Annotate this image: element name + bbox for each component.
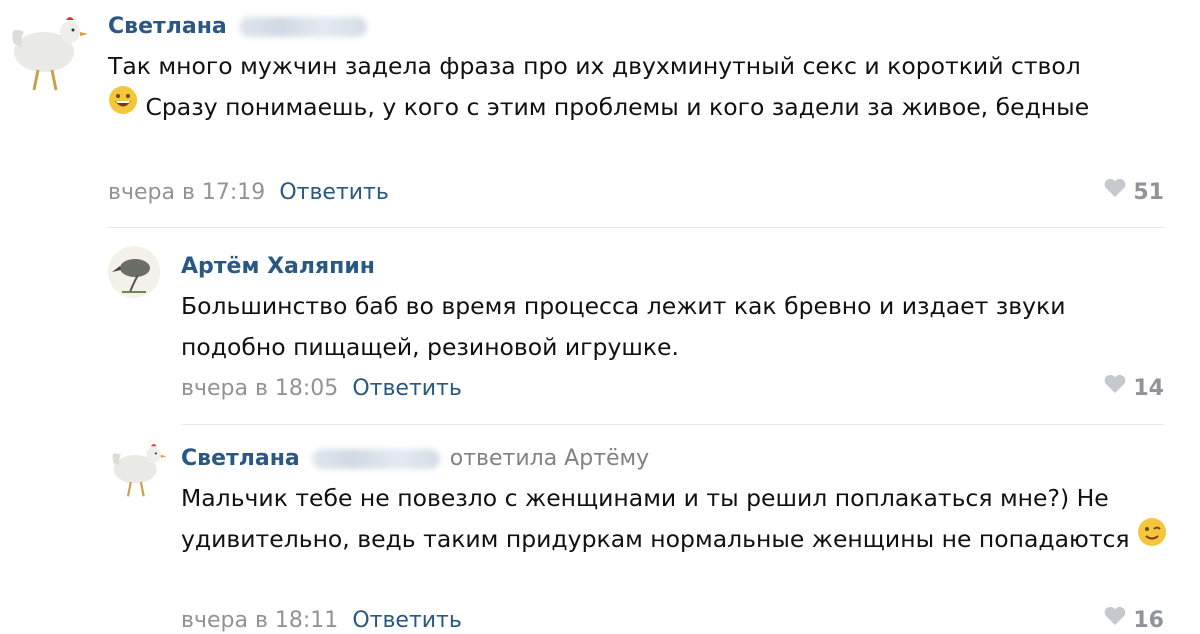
comment-text: Большинство баб во время процесса лежит …	[181, 286, 1141, 368]
comment-meta: вчера в 18:05 Ответить	[181, 376, 462, 401]
author-name[interactable]: Артём Халяпин	[181, 254, 375, 279]
like-button[interactable]: 14	[1103, 374, 1164, 402]
comment-text-part: Так много мужчин задела фраза про их дву…	[108, 52, 1081, 80]
avatar[interactable]	[108, 246, 160, 298]
like-button[interactable]: 16	[1103, 606, 1164, 634]
avatar[interactable]	[108, 434, 168, 500]
reply-button[interactable]: Ответить	[352, 376, 462, 401]
heart-icon	[1103, 178, 1127, 204]
comment: Светлана Так много мужчин задела фраза п…	[0, 0, 1200, 230]
author-name[interactable]: Светлана	[181, 446, 300, 471]
replied-to-link[interactable]: ответила Артёму	[450, 446, 649, 471]
divider	[181, 424, 1164, 425]
author-name[interactable]: Светлана	[108, 14, 227, 39]
comment-meta: вчера в 18:11 Ответить	[181, 608, 462, 633]
comment-text-part: Большинство баб во время процесса лежит …	[181, 292, 1066, 361]
chicken-icon	[12, 17, 88, 91]
comment-meta: вчера в 17:19 Ответить	[108, 180, 389, 205]
heart-icon	[1103, 606, 1127, 632]
divider	[108, 227, 1164, 228]
like-button[interactable]: 51	[1103, 178, 1164, 206]
grinning-face-emoji-icon	[108, 85, 138, 128]
comment-time[interactable]: вчера в 17:19	[108, 180, 265, 205]
comment-author[interactable]: Светлана ответила Артёму	[181, 446, 649, 471]
comment-text-part: Сразу понимаешь, у кого с этим проблемы …	[138, 93, 1090, 121]
avatar[interactable]	[6, 4, 90, 94]
comment-time[interactable]: вчера в 18:05	[181, 376, 338, 401]
comment-reply: Светлана ответила Артёму Мальчик тебе не …	[0, 426, 1200, 633]
chicken-icon	[112, 444, 167, 497]
like-count: 14	[1133, 376, 1164, 401]
comment-author[interactable]: Артём Халяпин	[181, 254, 375, 279]
like-count: 16	[1133, 608, 1164, 633]
blurred-surname	[238, 17, 367, 37]
comment-time[interactable]: вчера в 18:11	[181, 608, 338, 633]
winking-face-emoji-icon	[1137, 517, 1167, 560]
comment-text: Так много мужчин задела фраза про их дву…	[108, 46, 1108, 130]
like-count: 51	[1133, 180, 1164, 205]
blurred-surname	[311, 449, 440, 469]
comment-text-part: Мальчик тебе не повезло с женщинами и ты…	[181, 484, 1130, 553]
heart-icon	[1103, 374, 1127, 400]
comment-text: Мальчик тебе не повезло с женщинами и ты…	[181, 478, 1171, 562]
comment-reply: Артём Халяпин Большинство баб во время п…	[0, 230, 1200, 426]
comment-author[interactable]: Светлана	[108, 14, 367, 39]
bird-icon	[108, 246, 160, 298]
reply-button[interactable]: Ответить	[352, 608, 462, 633]
reply-button[interactable]: Ответить	[279, 180, 389, 205]
